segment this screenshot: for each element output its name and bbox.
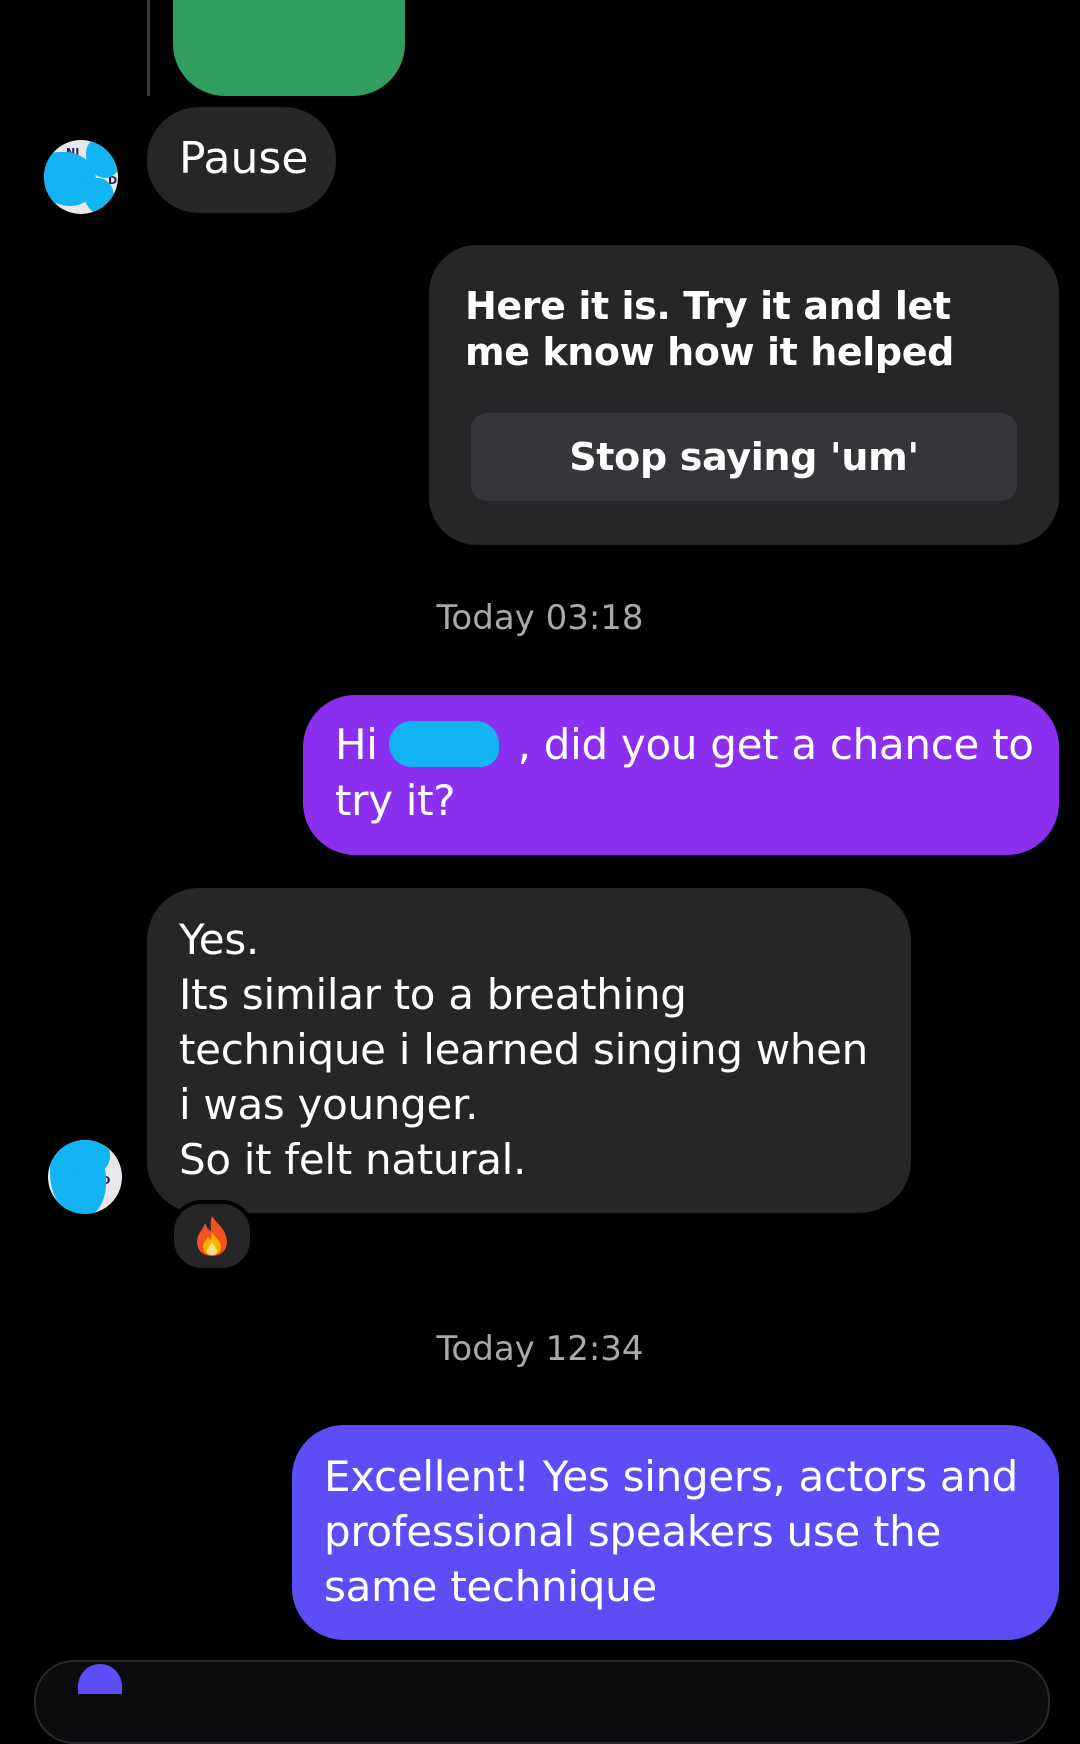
message-timestamp: Today 12:34 bbox=[436, 1329, 644, 1369]
message-text-line: Excellent! Yes singers, actors and bbox=[324, 1452, 1019, 1501]
shared-content-card[interactable]: Here it is. Try it and let me know how i… bbox=[429, 245, 1059, 545]
sent-message-bubble[interactable]: Excellent! Yes singers, actors and profe… bbox=[292, 1425, 1059, 1640]
message-text: Pause bbox=[179, 133, 309, 184]
message-text-line: professional speakers use the bbox=[324, 1507, 942, 1556]
fire-emoji-icon bbox=[197, 1216, 227, 1256]
message-text-line: Its similar to a breathing bbox=[179, 970, 687, 1019]
message-text-line: i was younger. bbox=[179, 1080, 479, 1129]
contact-avatar[interactable]: ND bbox=[48, 1140, 122, 1214]
received-message-bubble[interactable]: Pause bbox=[147, 107, 336, 213]
card-message-text: Here it is. Try it and let me know how i… bbox=[465, 284, 954, 374]
message-reaction[interactable] bbox=[170, 1200, 254, 1272]
message-text-line: Yes. bbox=[179, 915, 259, 964]
message-text-line: try it? bbox=[335, 776, 456, 825]
contact-avatar[interactable]: NI D bbox=[44, 140, 118, 214]
message-greeting: Hi bbox=[335, 720, 378, 769]
message-continuation: , did you get a chance to bbox=[517, 720, 1034, 769]
shared-media-preview[interactable] bbox=[173, 0, 405, 96]
message-text-line: same technique bbox=[324, 1562, 657, 1611]
message-text-line: So it felt natural. bbox=[179, 1135, 527, 1184]
message-text-line: technique i learned singing when bbox=[179, 1025, 868, 1074]
received-message-bubble[interactable]: Yes. Its similar to a breathing techniqu… bbox=[147, 888, 911, 1213]
reply-thread-line bbox=[147, 0, 150, 96]
stop-saying-um-button[interactable]: Stop saying 'um' bbox=[471, 413, 1017, 501]
message-timestamp: Today 03:18 bbox=[436, 598, 644, 638]
message-composer[interactable] bbox=[34, 1660, 1050, 1744]
redaction-mark bbox=[84, 178, 114, 214]
redaction-mark bbox=[423, 731, 499, 767]
sent-message-bubble[interactable]: Hi , did you get a chance to try it? bbox=[303, 695, 1059, 855]
